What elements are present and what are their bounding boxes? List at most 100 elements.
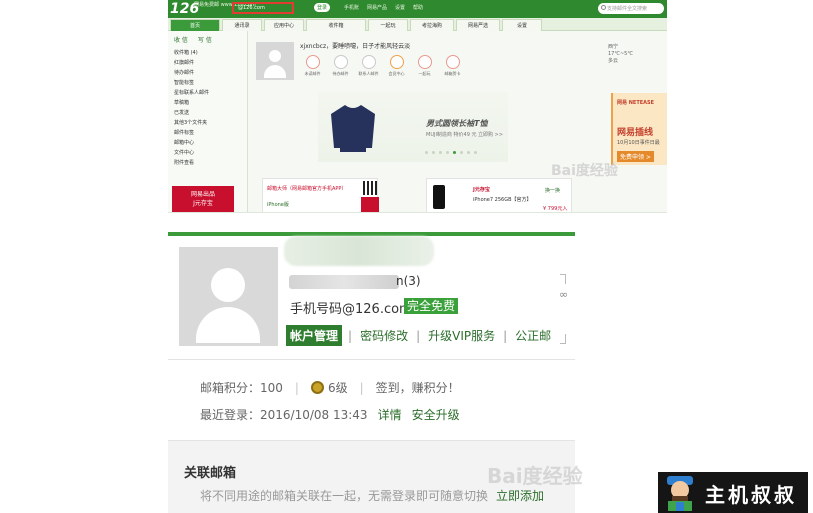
blurred-account-name — [289, 275, 399, 289]
contacts-icon — [361, 55, 376, 69]
mail-actions: 收 信 写 信 — [168, 31, 247, 48]
greeting-text: xjxncbcz，要睡喷嚏，日子才能风轻云淡 — [300, 43, 411, 50]
member-center-shortcut[interactable]: 会员中心 — [386, 55, 407, 77]
watermark: Bai度经验 — [551, 163, 618, 179]
link-icon[interactable]: ∞ — [559, 288, 568, 301]
email-address: 手机号码@126.com — [290, 302, 412, 317]
receive-button[interactable]: 收 信 — [174, 35, 188, 44]
separator: | — [416, 328, 421, 343]
tab-kaola[interactable]: 考拉海购 — [410, 19, 454, 31]
ad-claim-button[interactable]: 免费申领 > — [617, 151, 654, 162]
app-title: 邮箱大师（网易邮箱官方手机APP） — [267, 186, 347, 192]
qr-code-icon — [363, 181, 377, 195]
folder-item[interactable]: 红旗邮件 — [174, 58, 247, 68]
shortcut-label: 邮箱贺卡 — [444, 71, 461, 76]
account-highlight-box[interactable]: @126.com — [232, 2, 294, 14]
refresh-link[interactable]: 换一换 — [545, 187, 560, 194]
level-label[interactable]: 6级 — [328, 379, 348, 396]
watermark: Bai度经验 — [487, 464, 583, 488]
tab-apps[interactable]: 应用中心 — [264, 19, 304, 31]
shortcut-label: 待办邮件 — [332, 71, 349, 76]
phone-image — [433, 185, 445, 209]
account-name-suffix: n(3) — [396, 274, 421, 288]
product-card[interactable]: J元存宝 iPhone7 256GB【官方】 换一换 ¥ 799元入手 — [426, 178, 572, 212]
brand-name: 主机叔叔 — [705, 483, 797, 507]
camera-icon — [445, 55, 460, 69]
mascot-icon — [667, 476, 693, 511]
carousel-dots[interactable] — [425, 151, 477, 154]
account-links: 帐户管理 | 密码修改 | 升级VIP服务 | 公正邮 — [286, 325, 553, 346]
divider — [168, 359, 575, 360]
ad-headline: 网易插线 — [617, 128, 654, 138]
product-banner[interactable]: 男式圆领长袖T恤 MUJI制造商 特价49 元 立即购 >> — [318, 92, 508, 162]
folder-item[interactable]: 邮件标签 — [174, 128, 247, 138]
tab-contacts[interactable]: 通讯录 — [222, 19, 262, 31]
shortcut-label: 一起玩 — [418, 71, 431, 76]
folder-item[interactable]: 收件箱 (4) — [174, 48, 247, 58]
brand-badge: 主机叔叔 — [658, 472, 808, 513]
weather-condition: 多云 — [608, 58, 619, 64]
signin-link[interactable]: 签到，赚积分！ — [376, 379, 460, 396]
unread-mail-shortcut[interactable]: 未读邮件 — [302, 55, 323, 77]
top-menu: 手机账 网易产品 设置 帮助 — [344, 4, 423, 11]
mini-profile-card: xjxncbcz，要睡喷嚏，日子才能风轻云淡 未读邮件 待办邮件 联系人邮件 会… — [252, 36, 492, 88]
notary-mail-link[interactable]: 公正邮 — [513, 327, 553, 344]
avatar[interactable] — [256, 42, 294, 80]
folder-item[interactable]: 附件查看 — [174, 158, 247, 168]
tab-settings[interactable]: 设置 — [502, 19, 542, 31]
bracket-decoration — [558, 274, 566, 344]
folder-item[interactable]: 待办邮件 — [174, 68, 247, 78]
add-now-link[interactable]: 立即添加 — [496, 489, 544, 503]
change-password-link[interactable]: 密码修改 — [358, 327, 410, 344]
top-menu-item[interactable]: 设置 — [395, 4, 405, 11]
last-login-row: 最近登录：2016/10/08 13:43 详情 安全升级 — [200, 406, 460, 423]
todo-mail-shortcut[interactable]: 待办邮件 — [330, 55, 351, 77]
folder-item[interactable]: 其他3个文件夹 — [174, 118, 247, 128]
account-management-link[interactable]: 帐户管理 — [286, 325, 343, 346]
greeting-card-shortcut[interactable]: 邮箱贺卡 — [442, 55, 463, 77]
folder-item[interactable]: 智能标签 — [174, 78, 247, 88]
avatar[interactable] — [179, 247, 278, 346]
mail-points: 邮箱积分：100 — [200, 381, 283, 395]
blurred-region — [284, 236, 434, 266]
folder-item[interactable]: 文件中心 — [174, 148, 247, 158]
top-menu-item[interactable]: 帮助 — [413, 4, 423, 11]
top-bar: 126 网易免费邮 www.126.com @126.com 登录 手机账 网易… — [168, 0, 667, 18]
tab-home[interactable]: 首页 — [170, 19, 220, 31]
ad-brand: 网易 NETEASE — [617, 100, 655, 106]
folder-item[interactable]: 星标联系人邮件 — [174, 88, 247, 98]
search-input[interactable]: 支持邮件全文搜索 — [598, 3, 664, 14]
product-name: iPhone7 256GB【官方】 — [473, 197, 532, 203]
folder-list: 收件箱 (4) 红旗邮件 待办邮件 智能标签 星标联系人邮件 草稿箱 已发送 其… — [168, 48, 247, 168]
top-menu-item[interactable]: 网易产品 — [367, 4, 387, 11]
folder-item[interactable]: 已发送 — [174, 108, 247, 118]
login-badge[interactable]: 登录 — [314, 3, 331, 12]
calendar-icon — [417, 55, 432, 69]
details-link[interactable]: 详情 — [378, 406, 402, 423]
tab-row: 首页 通讯录 应用中心 收件箱 一起玩 考拉海购 网易严选 设置 — [168, 18, 667, 31]
upgrade-vip-link[interactable]: 升级VIP服务 — [426, 327, 497, 344]
top-menu-item[interactable]: 手机账 — [344, 4, 359, 11]
mail-home-screenshot: 126 网易免费邮 www.126.com @126.com 登录 手机账 网易… — [168, 0, 667, 213]
tab-yanxuan[interactable]: 网易严选 — [456, 19, 500, 31]
separator: | — [503, 328, 508, 343]
side-advertisement[interactable]: 网易 NETEASE 网易插线 10月10日事件日最 免费申领 > — [611, 93, 667, 165]
folder-item[interactable]: 邮箱中心 — [174, 138, 247, 148]
folder-sidebar: 收 信 写 信 收件箱 (4) 红旗邮件 待办邮件 智能标签 星标联系人邮件 草… — [168, 31, 248, 212]
app-platform[interactable]: iPhone版 — [267, 201, 289, 208]
coin-icon — [310, 381, 324, 394]
shirt-image — [331, 105, 375, 152]
mail-icon — [305, 55, 320, 69]
folder-item[interactable]: 草稿箱 — [174, 98, 247, 108]
play-together-shortcut[interactable]: 一起玩 — [414, 55, 435, 77]
promo-banner[interactable]: 网易出品 J元存宝 — [172, 186, 234, 212]
banner-title: 男式圆领长袖T恤 — [426, 119, 488, 128]
tab-play[interactable]: 一起玩 — [368, 19, 408, 31]
tab-inbox[interactable]: 收件箱 — [306, 19, 366, 31]
contact-mail-shortcut[interactable]: 联系人邮件 — [358, 55, 379, 77]
security-upgrade-link[interactable]: 安全升级 — [412, 406, 460, 423]
shortcut-label: 联系人邮件 — [358, 71, 379, 76]
compose-button[interactable]: 写 信 — [198, 35, 212, 44]
app-download-card[interactable]: 邮箱大师（网易邮箱官方手机APP） iPhone版 — [262, 178, 379, 212]
avatar-head — [211, 268, 245, 302]
